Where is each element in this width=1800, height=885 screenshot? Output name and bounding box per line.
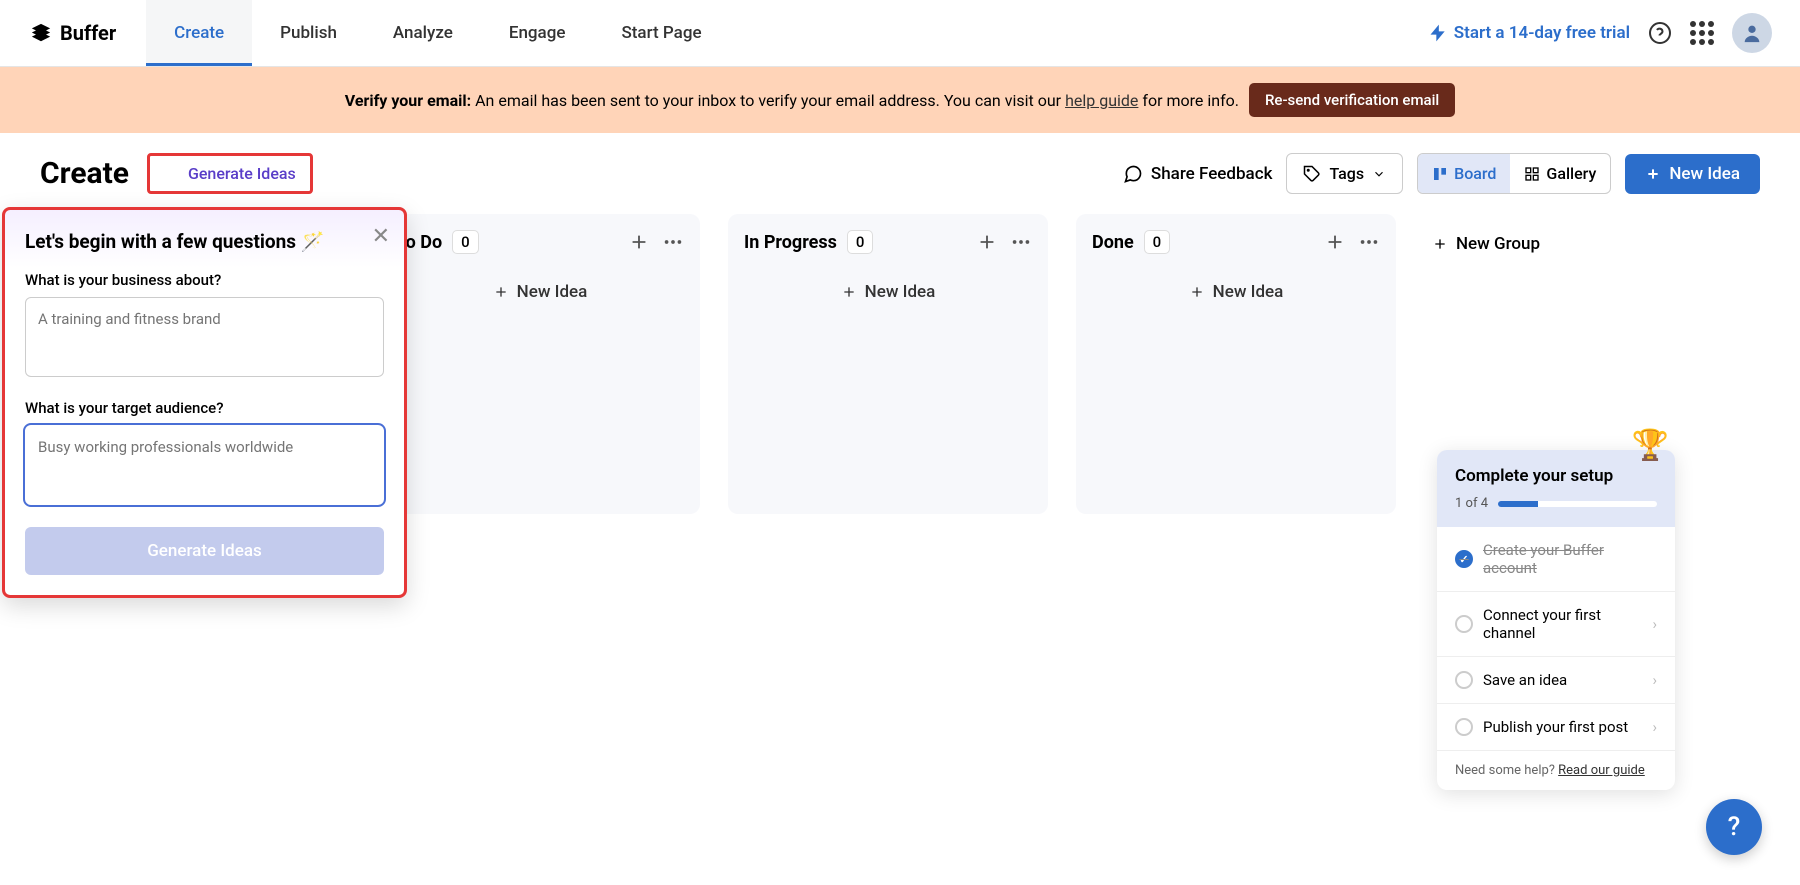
resend-email-button[interactable]: Re-send verification email (1249, 83, 1455, 117)
question-2-label: What is your target audience? (25, 399, 384, 417)
more-icon[interactable] (1358, 231, 1380, 253)
chat-icon (1123, 164, 1143, 184)
column-todo: To Do 0 New Idea (380, 214, 700, 514)
setup-footer: Need some help? Read our guide (1437, 751, 1675, 790)
progress-bar (1498, 501, 1657, 507)
board-icon (1432, 166, 1448, 182)
setup-item-publish[interactable]: Publish your first post› (1437, 704, 1675, 751)
page-title: Create (40, 156, 129, 191)
gallery-view-button[interactable]: Gallery (1510, 154, 1610, 193)
plus-icon (841, 284, 857, 300)
help-icon[interactable] (1648, 21, 1672, 45)
trial-link[interactable]: Start a 14-day free trial (1428, 23, 1630, 43)
modal-title: Let's begin with a few questions 🪄 (25, 230, 384, 253)
email-verify-banner: Verify your email: An email has been sen… (0, 67, 1800, 133)
new-idea-button[interactable]: New Idea (1625, 154, 1760, 194)
tag-icon (1303, 165, 1321, 183)
buffer-logo-icon (30, 22, 52, 44)
apps-icon[interactable] (1690, 21, 1714, 45)
check-icon (1455, 550, 1473, 568)
chevron-right-icon: › (1652, 615, 1657, 633)
nav-startpage[interactable]: Start Page (593, 0, 729, 66)
wand-icon (164, 166, 180, 182)
add-icon[interactable] (628, 231, 650, 253)
trophy-icon: 🏆 (1632, 428, 1669, 463)
add-icon[interactable] (976, 231, 998, 253)
close-button[interactable]: ✕ (372, 224, 390, 249)
bolt-icon (1428, 23, 1448, 43)
setup-item-channel[interactable]: Connect your first channel› (1437, 592, 1675, 657)
more-icon[interactable] (1010, 231, 1032, 253)
brand-name: Buffer (60, 21, 116, 45)
check-icon (1455, 615, 1473, 633)
column-inprogress: In Progress 0 New Idea (728, 214, 1048, 514)
column-count: 0 (452, 230, 479, 254)
banner-text: Verify your email: An email has been sen… (345, 91, 1239, 110)
generate-button[interactable]: Generate Ideas (25, 527, 384, 575)
chevron-down-icon (1372, 167, 1386, 181)
generate-ideas-modal: ✕ Let's begin with a few questions 🪄 Wha… (2, 207, 407, 598)
column-title: In Progress (744, 232, 837, 253)
new-group-button[interactable]: New Group (1424, 214, 1548, 274)
help-guide-link[interactable]: help guide (1065, 91, 1138, 110)
help-fab[interactable]: ? (1706, 799, 1762, 855)
column-done: Done 0 New Idea (1076, 214, 1396, 514)
plus-icon (493, 284, 509, 300)
plus-icon (1189, 284, 1205, 300)
view-toggle: Board Gallery (1417, 153, 1611, 194)
add-idea-button[interactable]: New Idea (744, 270, 1032, 314)
plus-icon (1645, 166, 1661, 182)
setup-item-account[interactable]: Create your Buffer account (1437, 527, 1675, 592)
logo[interactable]: Buffer (0, 21, 146, 45)
check-icon (1455, 718, 1473, 736)
more-icon[interactable] (662, 231, 684, 253)
progress-text: 1 of 4 (1455, 496, 1488, 511)
trial-text: Start a 14-day free trial (1454, 23, 1630, 43)
gallery-icon (1524, 166, 1540, 182)
nav-create[interactable]: Create (146, 0, 252, 66)
chevron-right-icon: › (1652, 718, 1657, 736)
add-idea-button[interactable]: New Idea (1092, 270, 1380, 314)
board-view-button[interactable]: Board (1418, 154, 1510, 193)
check-icon (1455, 671, 1473, 689)
generate-ideas-button[interactable]: Generate Ideas (147, 153, 313, 194)
read-guide-link[interactable]: Read our guide (1558, 763, 1645, 778)
add-icon[interactable] (1324, 231, 1346, 253)
tags-button[interactable]: Tags (1286, 153, 1403, 194)
setup-title: Complete your setup (1455, 466, 1657, 486)
column-count: 0 (1144, 230, 1171, 254)
question-1-label: What is your business about? (25, 271, 384, 289)
setup-item-idea[interactable]: Save an idea› (1437, 657, 1675, 704)
column-count: 0 (847, 230, 874, 254)
chevron-right-icon: › (1652, 671, 1657, 689)
plus-icon (1432, 236, 1448, 252)
audience-input[interactable] (25, 425, 384, 505)
nav-publish[interactable]: Publish (252, 0, 365, 66)
share-feedback-link[interactable]: Share Feedback (1123, 164, 1273, 184)
business-input[interactable] (25, 297, 384, 377)
column-title: Done (1092, 232, 1134, 253)
setup-panel: 🏆 Complete your setup 1 of 4 Create your… (1437, 450, 1675, 790)
add-idea-button[interactable]: New Idea (396, 270, 684, 314)
nav-engage[interactable]: Engage (481, 0, 594, 66)
avatar[interactable] (1732, 13, 1772, 53)
nav-analyze[interactable]: Analyze (365, 0, 481, 66)
